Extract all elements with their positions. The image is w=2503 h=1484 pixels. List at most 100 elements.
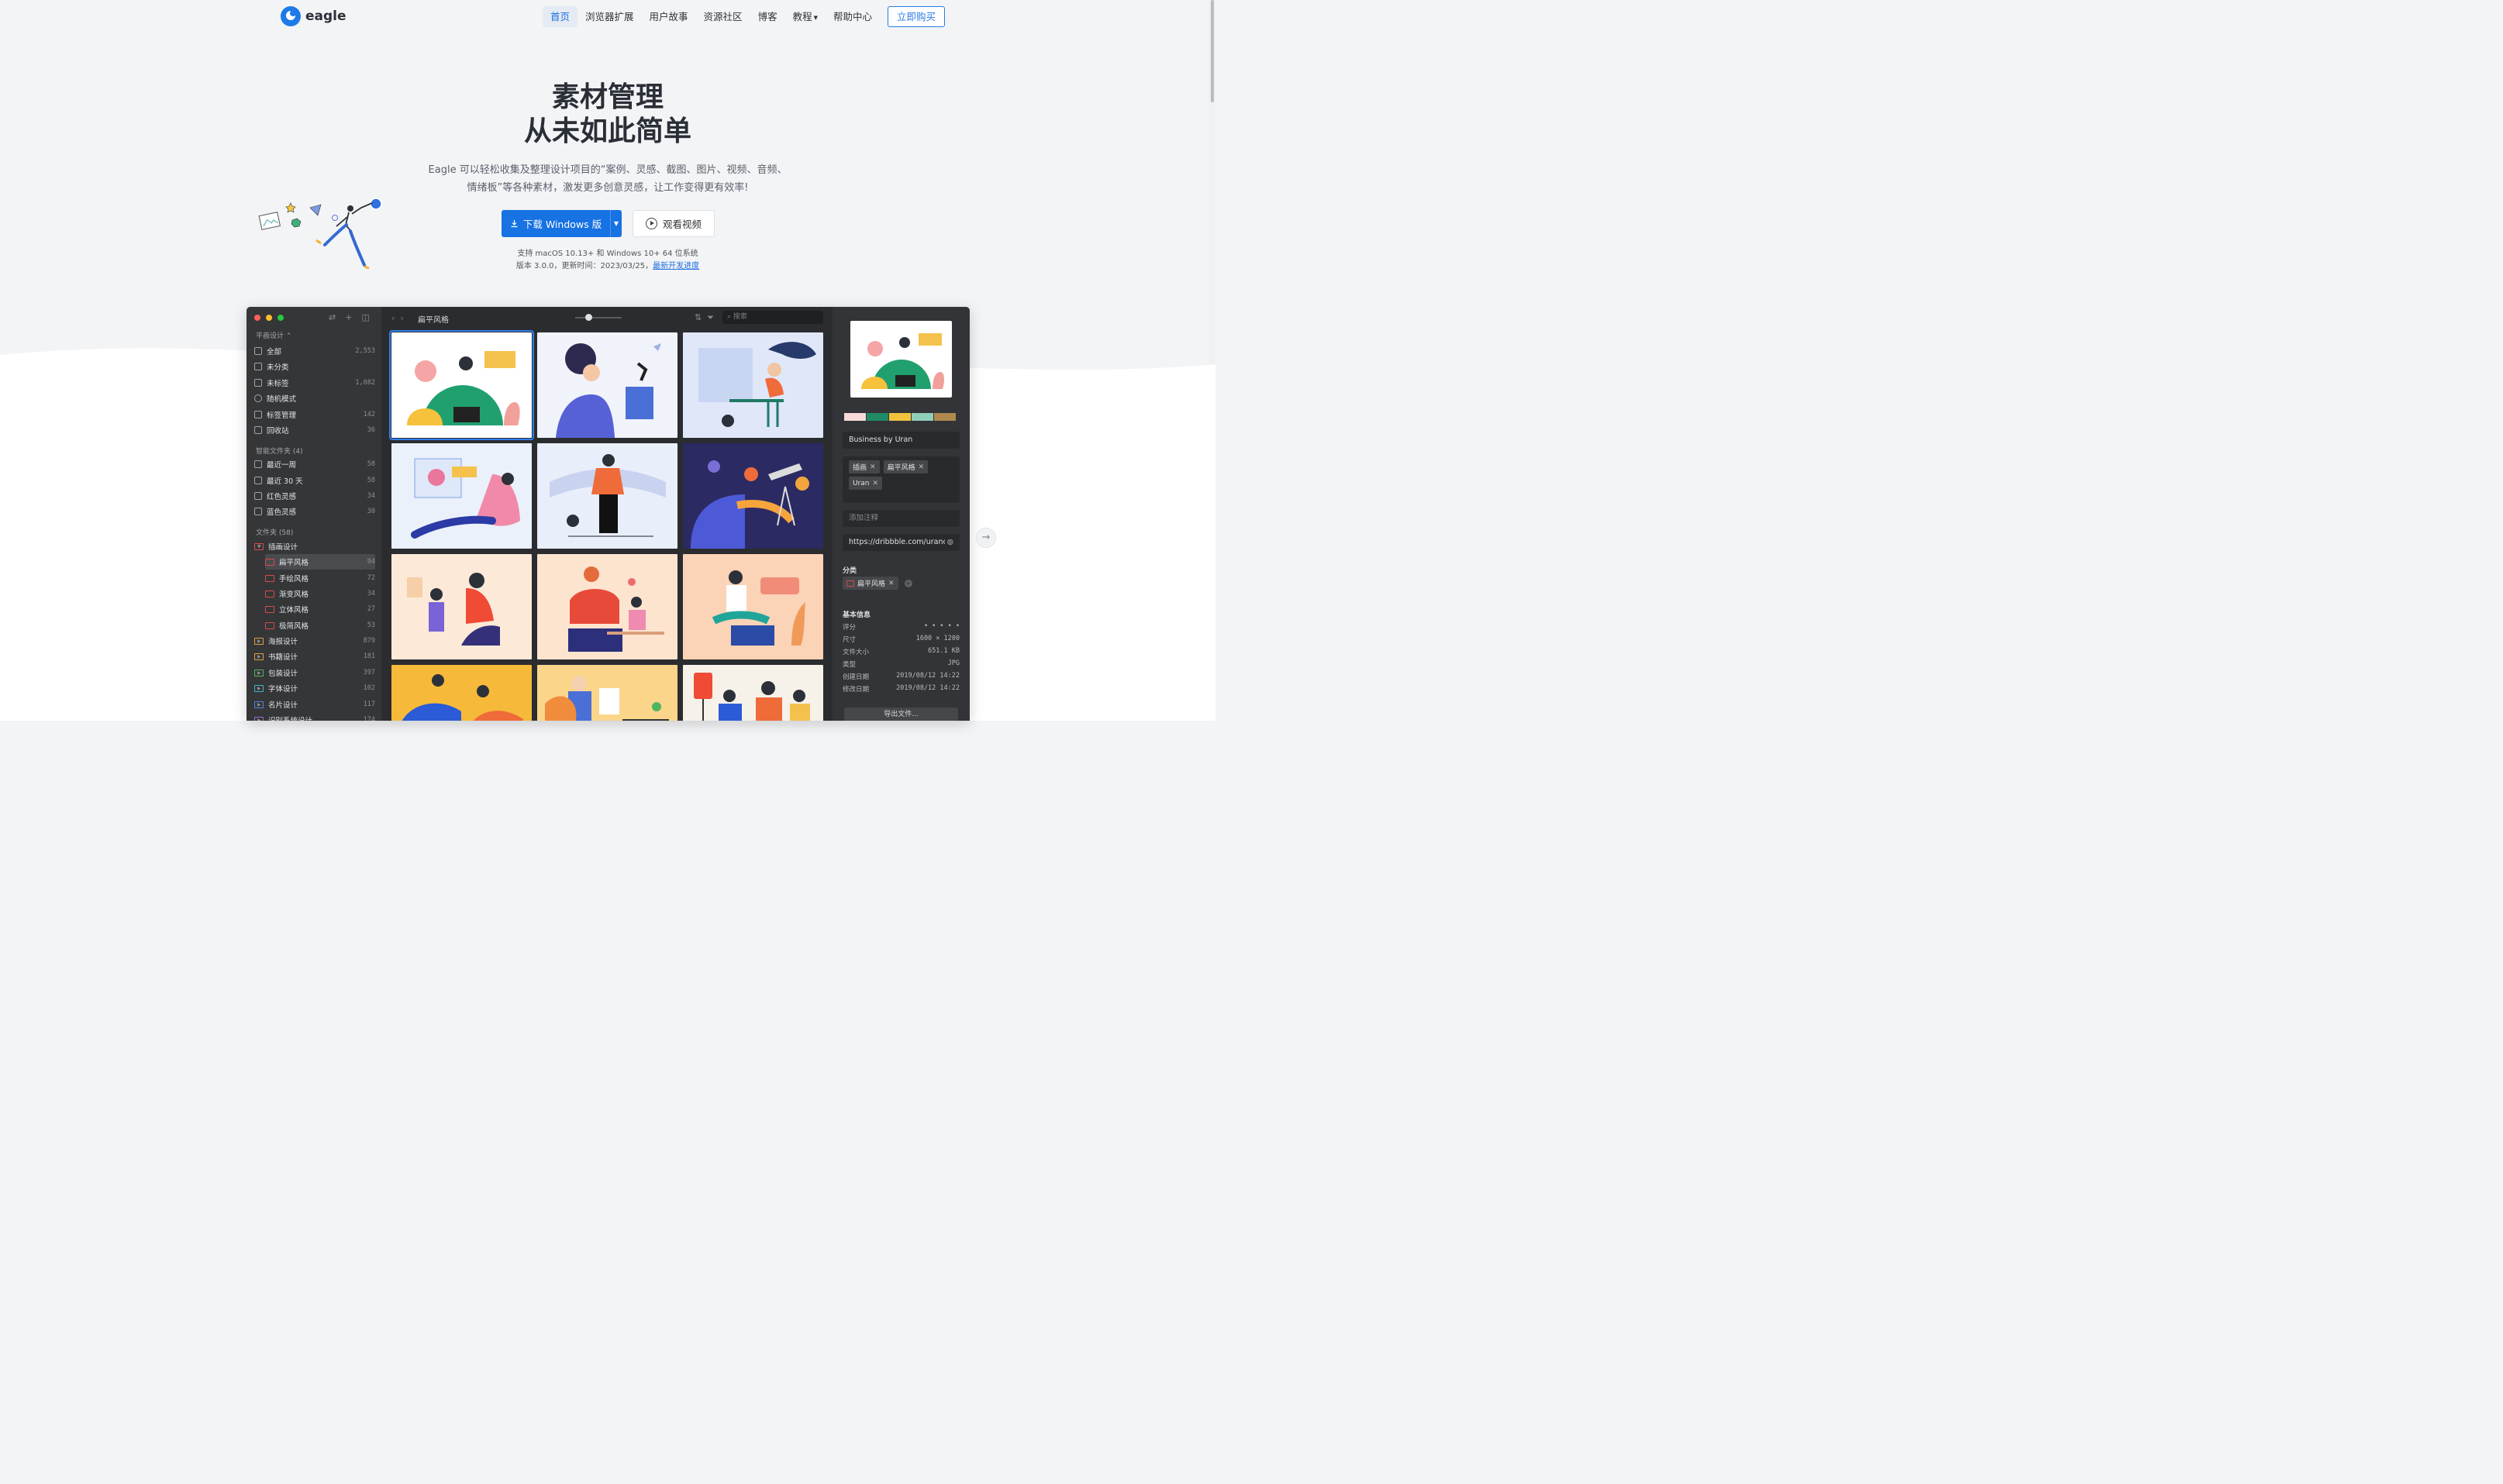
folder-poster[interactable]: ▶ 海报设计 879 (254, 633, 375, 649)
export-file-button[interactable]: 导出文件... (844, 708, 958, 721)
sidebar-item-count: 72 (367, 574, 375, 582)
download-main[interactable]: 下载 Windows 版 (502, 216, 610, 231)
back-forward-icons[interactable]: ‹ › (391, 313, 404, 323)
meta-value: JPG (947, 659, 960, 667)
nav-help[interactable]: 帮助中心 (826, 6, 880, 27)
sidebar-item-all[interactable]: 全部 2,553 (254, 343, 375, 359)
nav-blog[interactable]: 博客 (750, 6, 785, 27)
sidebar-item-uncategorized[interactable]: 未分类 (254, 359, 375, 374)
smart-folder-icon (254, 508, 262, 515)
thumbnail-image (712, 570, 805, 646)
thumbnail-2[interactable] (537, 332, 677, 438)
thumbnail-10[interactable] (391, 665, 532, 721)
sidebar-item-random[interactable]: 随机模式 (254, 391, 375, 406)
add-category-icon[interactable]: + (904, 579, 912, 587)
logo[interactable]: eagle (281, 6, 346, 26)
watch-video-button[interactable]: 观看视频 (633, 210, 715, 237)
nav-community[interactable]: 资源社区 (696, 6, 750, 27)
dev-progress-link[interactable]: 最新开发进度 (653, 262, 699, 270)
sidebar-item-red-inspiration[interactable]: 红色灵感 34 (254, 488, 375, 504)
folder-hand-drawn[interactable]: 手绘风格 72 (265, 570, 375, 586)
sidebar-item-tags[interactable]: 标签管理 142 (254, 407, 375, 422)
remove-tag-icon[interactable]: ✕ (919, 463, 925, 471)
remove-tag-icon[interactable]: ✕ (873, 480, 879, 487)
thumbnail-9[interactable] (683, 554, 823, 659)
sync-icon[interactable]: ⇄ (329, 312, 336, 322)
folder-minimal[interactable]: 极简风格 53 (265, 618, 375, 633)
thumbnail-5[interactable] (537, 443, 677, 549)
preview-image[interactable] (850, 321, 952, 398)
search-input[interactable]: ⌕ 搜索 (722, 311, 823, 324)
thumbnail-11[interactable] (537, 665, 677, 721)
rating-stars[interactable]: • • • • • (924, 622, 960, 632)
panel-toggle-icon[interactable]: ◫ (361, 312, 369, 322)
nav-tutorials[interactable]: 教程 ▼ (785, 6, 826, 27)
thumbnail-4[interactable] (391, 443, 532, 549)
arrow-right-icon[interactable]: → (976, 528, 996, 548)
folders-title: 文件夹 (58) (256, 529, 294, 537)
remove-tag-icon[interactable]: ✕ (870, 463, 876, 471)
thumbnail-1[interactable] (389, 330, 534, 440)
buy-button[interactable]: 立即购买 (888, 6, 946, 27)
thumbnail-8[interactable] (537, 554, 677, 659)
library-switcher[interactable]: 平画设计 ⌃ (256, 330, 291, 340)
thumbnail-3[interactable] (683, 332, 823, 438)
folder-business-card[interactable]: ▶ 名片设计 117 (254, 697, 375, 712)
item-name-field[interactable]: Business by Uran (843, 432, 960, 449)
sidebar-item-count: 1,082 (355, 379, 375, 387)
sidebar-item-last-30-days[interactable]: 最近 30 天 58 (254, 473, 375, 488)
minimize-icon[interactable] (266, 315, 272, 321)
color-swatch[interactable] (889, 413, 911, 421)
sidebar-item-count: 879 (363, 637, 375, 645)
sidebar-item-count: 58 (367, 460, 375, 468)
folder-packaging[interactable]: ▶ 包装设计 397 (254, 665, 375, 680)
maximize-icon[interactable] (278, 315, 284, 321)
download-options-dropdown[interactable]: ▼ (611, 220, 622, 227)
folder-3d[interactable]: 立体风格 27 (265, 601, 375, 617)
thumbnail-12[interactable] (683, 665, 823, 721)
thumbnail-image (545, 676, 669, 721)
tag-chip[interactable]: Uran ✕ (849, 477, 883, 490)
tag-chip[interactable]: 插画 ✕ (849, 460, 880, 473)
folder-gradient[interactable]: 渐变风格 34 (265, 586, 375, 601)
close-icon[interactable] (254, 315, 260, 321)
source-url-field[interactable]: https://dribbble.com/urancd ◍ (843, 534, 960, 551)
globe-icon[interactable]: ◍ (947, 534, 953, 551)
remove-category-icon[interactable]: ✕ (888, 580, 895, 587)
tags-field[interactable]: 插画 ✕ 扁平风格 ✕ Uran ✕ (843, 456, 960, 503)
hero-title-line2: 从未如此简单 (523, 115, 691, 147)
nav-user-stories[interactable]: 用户故事 (642, 6, 696, 27)
add-icon[interactable]: + (345, 312, 352, 322)
folder-book[interactable]: ▶ 书籍设计 181 (254, 649, 375, 664)
sidebar-item-untagged[interactable]: 未标签 1,082 (254, 375, 375, 391)
note-input[interactable]: 添加注释 (843, 510, 960, 527)
color-swatch[interactable] (844, 413, 866, 421)
sidebar-item-blue-inspiration[interactable]: 蓝色灵感 30 (254, 504, 375, 519)
folder-typography[interactable]: ▶ 字体设计 102 (254, 680, 375, 696)
folder-flat-style[interactable]: 扁平风格 94 (265, 554, 375, 570)
thumbnail-image (407, 573, 500, 646)
sidebar-item-trash[interactable]: 回收站 36 (254, 422, 375, 438)
category-chip[interactable]: 扁平风格 ✕ (843, 577, 898, 590)
version-text: 版本 3.0.0，更新时间：2023/03/25， (515, 262, 653, 270)
sidebar-item-last-week[interactable]: 最近一周 58 (254, 456, 375, 472)
tag-chip[interactable]: 扁平风格 ✕ (883, 460, 929, 473)
nav-browser-extension[interactable]: 浏览器扩展 (577, 6, 642, 27)
uncategorized-icon (254, 363, 262, 370)
color-swatch[interactable] (867, 413, 888, 421)
thumbnail-7[interactable] (391, 554, 532, 659)
thumbnail-6[interactable] (683, 443, 823, 549)
thumbnail-size-slider[interactable] (575, 314, 622, 321)
nav-tutorials-label: 教程 (792, 11, 812, 22)
color-swatch[interactable] (912, 413, 933, 421)
color-swatch[interactable] (934, 413, 956, 421)
nav-home[interactable]: 首页 (543, 6, 578, 27)
sort-filter-icons[interactable]: ⇅ ⏷ (695, 312, 714, 323)
main-panel: ‹ › 扁平风格 ⇅ ⏷ ⌕ 搜索 (381, 307, 833, 721)
download-windows-button[interactable]: 下载 Windows 版 ▼ (502, 210, 622, 237)
folder-icon (265, 621, 274, 629)
folder-illustration[interactable]: ▼ 插画设计 (254, 539, 375, 554)
sidebar-item-count: 36 (367, 426, 375, 434)
folder-identity-system[interactable]: ▶识别系统设计174 (254, 712, 375, 721)
tag-icon (254, 411, 262, 418)
